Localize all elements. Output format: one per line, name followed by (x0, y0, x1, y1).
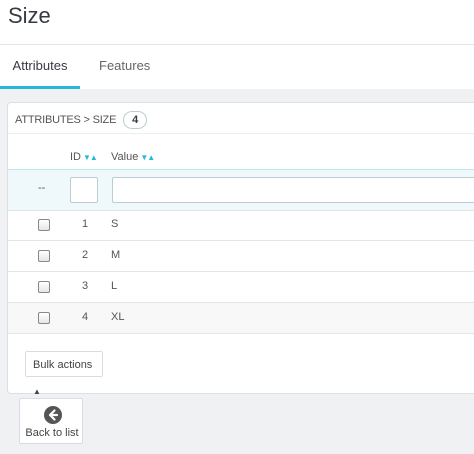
table-row[interactable]: 2 M (8, 241, 474, 272)
column-header-id[interactable]: ID ▼▲ (70, 151, 98, 163)
sort-arrows-icon[interactable]: ▼▲ (140, 153, 155, 162)
row-checkbox[interactable] (38, 250, 50, 262)
bulk-actions-label: Bulk actions (33, 359, 93, 371)
row-checkbox[interactable] (38, 281, 50, 293)
table-row[interactable]: 4 XL (8, 303, 474, 334)
tab-attributes[interactable]: Attributes (0, 45, 80, 89)
table-row[interactable]: 1 S (8, 210, 474, 241)
row-value: M (111, 249, 121, 261)
tab-features[interactable]: Features (99, 45, 150, 87)
sort-arrows-icon[interactable]: ▼▲ (83, 153, 98, 162)
back-to-list-label: Back to list (25, 427, 79, 439)
filter-id-input[interactable] (70, 177, 98, 203)
divider (8, 133, 474, 134)
back-to-list-button[interactable]: Back to list (19, 398, 83, 444)
count-badge: 4 (123, 111, 147, 129)
page-title: Size (8, 3, 51, 28)
row-id: 4 (82, 311, 89, 323)
row-value: L (111, 280, 118, 292)
row-checkbox[interactable] (38, 219, 50, 231)
row-value: XL (111, 311, 125, 323)
row-value: S (111, 218, 119, 230)
arrow-left-circle-icon (44, 406, 62, 424)
table-row[interactable]: 3 L (8, 272, 474, 303)
caret-up-icon: ▲ (33, 387, 41, 396)
column-header-id-label: ID (70, 151, 81, 163)
tab-bar: Attributes Features (0, 44, 474, 90)
filter-value-input[interactable] (112, 177, 474, 203)
attribute-values-panel: ATTRIBUTES > SIZE 4 ID ▼▲ Value ▼▲ -- 1 S … (7, 102, 474, 396)
filter-placeholder: -- (38, 182, 46, 194)
row-id: 1 (82, 218, 89, 230)
row-id: 3 (82, 280, 89, 292)
filter-row: -- (8, 169, 474, 211)
panel-heading: ATTRIBUTES > SIZE 4 (15, 111, 147, 129)
row-id: 2 (82, 249, 89, 261)
panel-heading-text: ATTRIBUTES > SIZE (15, 114, 117, 126)
column-header-value[interactable]: Value ▼▲ (111, 151, 155, 163)
row-checkbox[interactable] (38, 312, 50, 324)
column-header-value-label: Value (111, 151, 139, 163)
bulk-actions-button[interactable]: Bulk actions ▲ (25, 351, 103, 396)
